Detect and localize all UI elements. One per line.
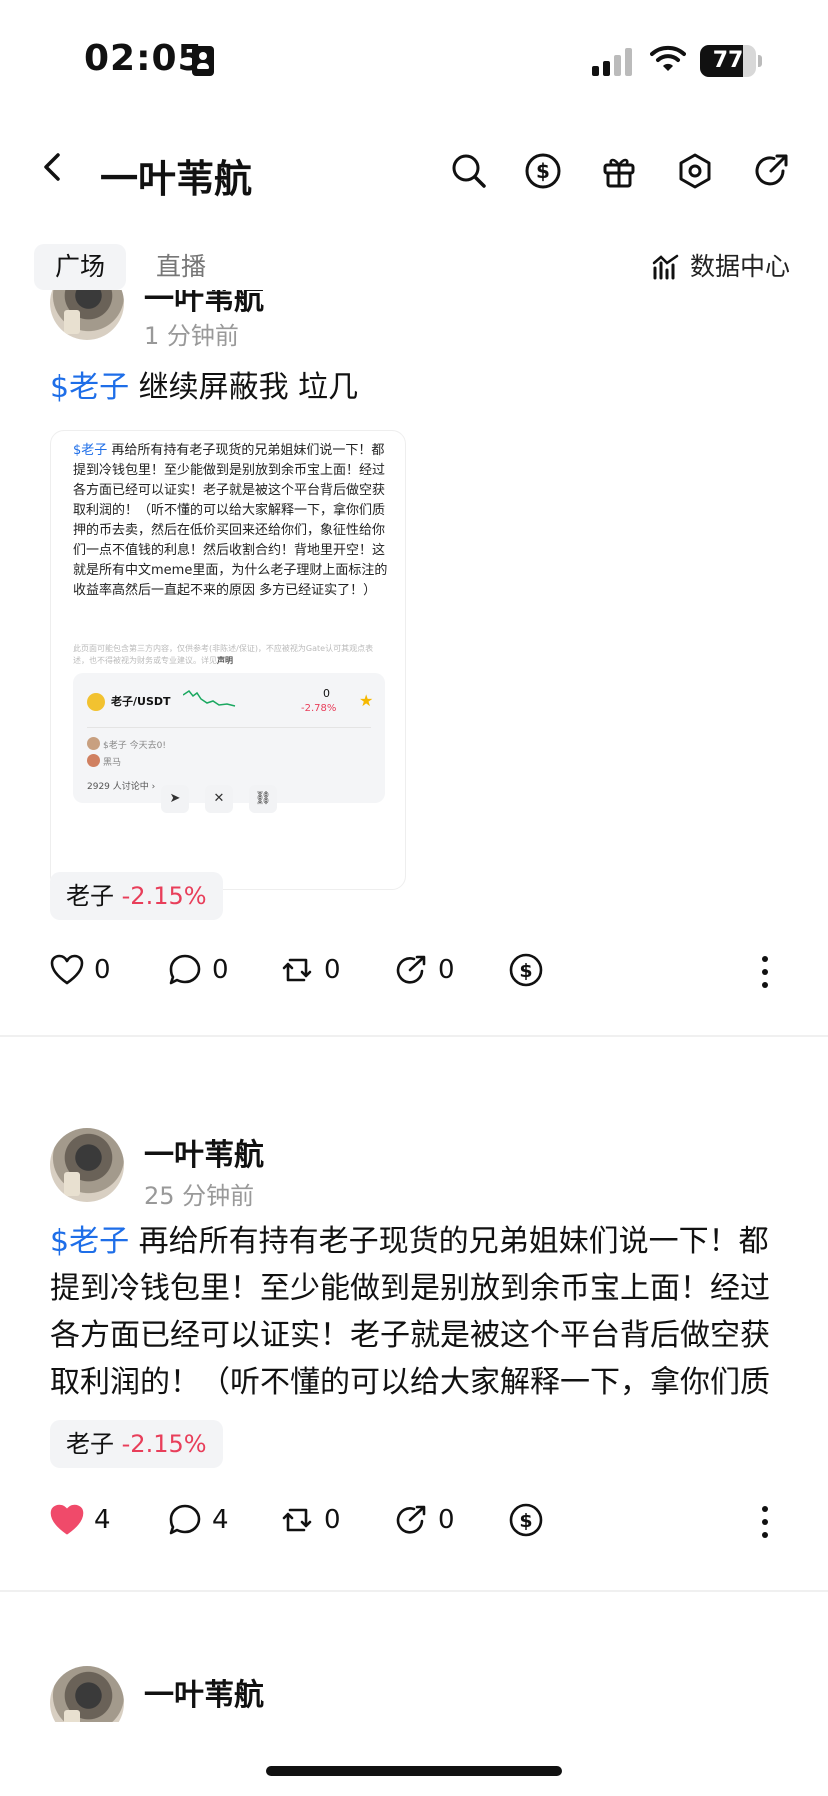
- card-body: 再给所有持有老子现货的兄弟姐妹们说一下！都提到冷钱包里！至少能做到是别放到余币宝…: [73, 443, 388, 598]
- search-icon[interactable]: [450, 152, 488, 190]
- comment-icon: [169, 954, 201, 985]
- comment-icon: [169, 1504, 201, 1535]
- mini-comment: $老子 今天去0!: [103, 741, 166, 751]
- battery-cap: [758, 55, 762, 67]
- share-icon[interactable]: [752, 152, 790, 190]
- username[interactable]: 一叶苇航: [144, 290, 264, 318]
- trading-pair: 老子/USDT: [111, 695, 171, 708]
- mini-price: 0: [323, 687, 330, 700]
- repost-icon: [282, 958, 312, 982]
- share-arrow-icon: [396, 955, 426, 984]
- like-count: 4: [94, 1505, 111, 1535]
- post-body: 继续屏蔽我 垃几: [129, 370, 359, 405]
- commenter-avatar: [87, 737, 100, 750]
- coin-tag[interactable]: 老子 -2.15%: [50, 1420, 223, 1468]
- card-text: $老子 再给所有持有老子现货的兄弟姐妹们说一下！都提到冷钱包里！至少能做到是别放…: [73, 441, 393, 601]
- avatar[interactable]: [50, 1128, 124, 1202]
- settings-hexagon-icon[interactable]: [676, 152, 714, 190]
- post-text: $老子 再给所有持有老子现货的兄弟姐妹们说一下！都提到冷钱包里！至少能做到是别放…: [50, 1218, 790, 1406]
- card-cashtag[interactable]: $老子: [73, 443, 107, 458]
- svg-text:$: $: [536, 159, 550, 183]
- battery-indicator: 77: [700, 45, 756, 77]
- like-button[interactable]: 0: [50, 954, 111, 986]
- home-indicator[interactable]: [266, 1766, 562, 1776]
- coin-logo: [87, 693, 105, 711]
- status-time: 02:05: [84, 38, 204, 79]
- heart-filled-icon: [50, 1504, 84, 1535]
- like-button[interactable]: 4: [50, 1504, 111, 1536]
- tag-change: -2.15%: [121, 882, 207, 910]
- x-share-icon[interactable]: ✕: [205, 785, 233, 813]
- comment-button[interactable]: 4: [168, 1504, 229, 1536]
- tab-square[interactable]: 广场: [34, 244, 126, 290]
- tab-live[interactable]: 直播: [156, 244, 206, 290]
- mini-change: -2.78%: [301, 703, 337, 714]
- share-button[interactable]: 0: [394, 954, 455, 986]
- repost-button[interactable]: 0: [280, 1504, 341, 1536]
- repost-count: 0: [324, 955, 341, 985]
- post-separator: [0, 1590, 828, 1592]
- telegram-share-icon[interactable]: ➤: [161, 785, 189, 813]
- commenter-avatar: [87, 754, 100, 767]
- svg-text:$: $: [519, 1510, 532, 1532]
- cashtag-link[interactable]: $老子: [50, 1224, 129, 1259]
- battery-percentage: 77: [712, 48, 744, 73]
- share-count: 0: [438, 1505, 455, 1535]
- avatar[interactable]: [50, 290, 124, 340]
- post-feed: 一叶苇航 1 分钟前 $老子 继续屏蔽我 垃几 $老子 再给所有持有老子现货的兄…: [0, 290, 828, 1722]
- comment-count: 0: [212, 955, 229, 985]
- avatar[interactable]: [50, 1666, 124, 1722]
- mini-comment: 黑马: [103, 758, 122, 768]
- link-share-icon[interactable]: ⛓: [249, 785, 277, 813]
- tag-name: 老子: [66, 882, 114, 910]
- favorite-star-icon[interactable]: ★: [359, 691, 373, 710]
- post-separator: [0, 1035, 828, 1037]
- username[interactable]: 一叶苇航: [144, 1130, 264, 1174]
- svg-text:$: $: [519, 960, 532, 982]
- more-options-icon[interactable]: [762, 956, 768, 995]
- page-title: 一叶苇航: [100, 157, 253, 201]
- share-arrow-icon: [396, 1505, 426, 1534]
- disclaimer-link[interactable]: 声明: [217, 656, 233, 665]
- cellular-signal-icon: [592, 46, 636, 76]
- tip-dollar-icon[interactable]: $: [508, 1502, 544, 1538]
- back-arrow-icon[interactable]: [38, 152, 68, 182]
- tip-dollar-icon[interactable]: $: [508, 952, 544, 988]
- comment-button[interactable]: 0: [168, 954, 229, 986]
- comment-count: 4: [212, 1505, 229, 1535]
- like-count: 0: [94, 955, 111, 985]
- contact-card-icon: [192, 46, 214, 76]
- more-options-icon[interactable]: [762, 1506, 768, 1545]
- dollar-coin-icon[interactable]: $: [524, 152, 562, 190]
- post-time: 1 分钟前: [144, 322, 239, 350]
- card-disclaimer: 此页面可能包含第三方内容，仅供参考(非陈述/保证)，不应被视为Gate认可其观点…: [73, 643, 383, 667]
- cashtag-link[interactable]: $老子: [50, 370, 129, 405]
- post-time: 25 分钟前: [144, 1182, 255, 1210]
- wifi-icon: [650, 45, 686, 71]
- heart-icon: [50, 954, 84, 985]
- discussion-text: 2929 人讨论中: [87, 782, 149, 792]
- data-chart-icon: [652, 254, 679, 280]
- post-text: $老子 继续屏蔽我 垃几: [50, 364, 790, 411]
- tag-change: -2.15%: [121, 1430, 207, 1458]
- repost-count: 0: [324, 1505, 341, 1535]
- coin-tag[interactable]: 老子 -2.15%: [50, 872, 223, 920]
- share-count: 0: [438, 955, 455, 985]
- divider: [87, 727, 371, 728]
- discussion-count[interactable]: 2929 人讨论中 ›: [87, 779, 155, 792]
- market-mini-card[interactable]: 老子/USDT 0 -2.78% ★ $老子 今天去0! 黑马 2929 人讨论…: [73, 673, 385, 803]
- repost-icon: [282, 1508, 312, 1532]
- post-body: 再给所有持有老子现货的兄弟姐妹们说一下！都提到冷钱包里！至少能做到是别放到余币宝…: [50, 1224, 770, 1400]
- data-center-link[interactable]: 数据中心: [690, 244, 790, 290]
- embedded-post-card[interactable]: $老子 再给所有持有老子现货的兄弟姐妹们说一下！都提到冷钱包里！至少能做到是别放…: [50, 430, 406, 890]
- username[interactable]: 一叶苇航: [144, 1670, 264, 1714]
- gift-icon[interactable]: [600, 152, 638, 190]
- share-button[interactable]: 0: [394, 1504, 455, 1536]
- tag-name: 老子: [66, 1430, 114, 1458]
- mini-sparkline: [183, 689, 236, 707]
- repost-button[interactable]: 0: [280, 954, 341, 986]
